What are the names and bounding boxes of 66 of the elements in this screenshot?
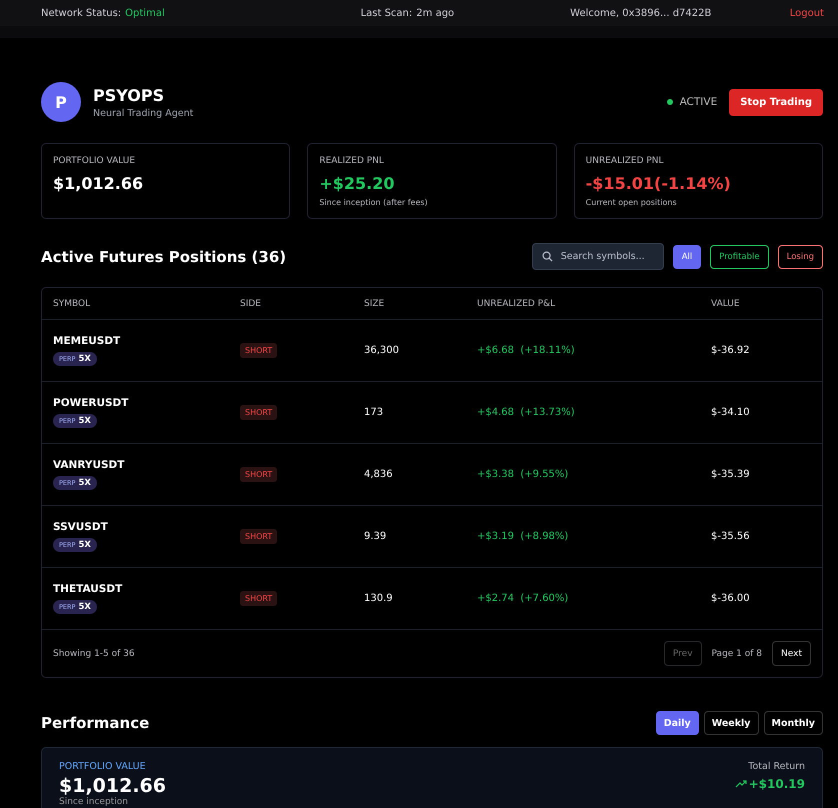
size-cell-text: 130.9 — [364, 593, 394, 604]
size-cell-text: 36,300 — [364, 345, 400, 356]
filter-button[interactable]: Profitable — [710, 244, 769, 268]
period-tab[interactable]: Daily — [656, 711, 699, 735]
agent-name: PSYOPS — [93, 86, 166, 104]
next-button[interactable]: Next — [772, 641, 811, 666]
column-header: VALUE — [711, 298, 741, 308]
side-badge: SHORT — [240, 405, 278, 420]
stat-note: Current open positions — [586, 198, 678, 207]
stat-label: REALIZED PNL — [319, 156, 385, 166]
column-header: SIDE — [240, 298, 262, 308]
pnl-cell-text: +$3.19 (+8.98%) — [477, 531, 570, 542]
column-header: UNREALIZED P&L — [477, 298, 556, 308]
size-cell-text: 173 — [364, 407, 384, 418]
value-cell-text: $-34.10 — [711, 407, 751, 418]
page-indicator: Page 1 of 8 — [712, 648, 762, 658]
side-badge: SHORT — [240, 343, 278, 358]
last-scan: Last Scan: 2m ago — [360, 8, 456, 18]
section-title: Active Futures Positions (36) — [41, 248, 286, 266]
stat-note: Since inception (after fees) — [319, 198, 429, 207]
section-title: Performance — [41, 714, 150, 732]
agent-avatar: P — [41, 82, 81, 122]
return-value: +$10.19 — [748, 777, 805, 791]
logout-link[interactable]: Logout — [790, 8, 824, 18]
side-badge: SHORT — [240, 529, 278, 544]
size-cell-text: 9.39 — [364, 531, 388, 542]
filter-button[interactable]: All — [672, 244, 702, 268]
performance-value: $1,012.66 — [59, 775, 166, 797]
side-badge: SHORT — [240, 591, 278, 606]
agent-subtitle: Neural Trading Agent — [93, 108, 194, 118]
size-cell-text: 4,836 — [364, 469, 394, 480]
column-header: SYMBOL — [53, 298, 92, 308]
showing-text: Showing 1-5 of 36 — [53, 648, 135, 658]
column-header: SIZE — [364, 298, 386, 308]
value-cell-text: $-36.92 — [711, 345, 751, 356]
welcome-text: Welcome, 0x3896... d7422B — [569, 8, 712, 18]
symbol-text: POWERUSDT — [53, 397, 130, 409]
search-field[interactable]: Search symbols... — [532, 243, 664, 270]
trend-up-icon — [734, 780, 747, 788]
value-cell-text: $-35.39 — [711, 469, 751, 480]
filter-button[interactable]: Losing — [778, 244, 823, 268]
stat-value: +$25.20 — [319, 174, 396, 193]
performance-label: PORTFOLIO VALUE — [59, 761, 147, 772]
period-tab[interactable]: Monthly — [764, 711, 823, 735]
side-badge: SHORT — [240, 467, 278, 482]
performance-note: Since inception — [59, 797, 129, 807]
stat-value: -$15.01(-1.14%) — [586, 174, 732, 193]
pnl-cell-text: +$4.68 (+13.73%) — [477, 407, 576, 418]
pnl-cell-text: +$2.74 (+7.60%) — [477, 593, 570, 604]
symbol-text: THETAUSDT — [53, 583, 124, 595]
return-label: Total Return — [747, 761, 805, 772]
stat-label: PORTFOLIO VALUE — [53, 156, 136, 166]
stat-label: UNREALIZED PNL — [586, 156, 665, 166]
symbol-text: MEMEUSDT — [53, 335, 122, 347]
value-cell-text: $-36.00 — [711, 593, 751, 604]
stat-value: $1,012.66 — [53, 174, 144, 193]
pnl-cell-text: +$3.38 (+9.55%) — [477, 469, 570, 480]
value-cell-text: $-35.56 — [711, 531, 751, 542]
pnl-cell-text: +$6.68 (+18.11%) — [477, 345, 576, 356]
search-icon — [542, 251, 553, 262]
stop-trading-button[interactable]: Stop Trading — [729, 88, 823, 116]
symbol-text: SSVUSDT — [53, 521, 109, 533]
symbol-text: VANRYUSDT — [53, 459, 126, 471]
network-status: Network Status: Optimal — [41, 8, 166, 18]
status-text: ACTIVE — [680, 96, 718, 108]
period-tab[interactable]: Weekly — [704, 711, 758, 735]
